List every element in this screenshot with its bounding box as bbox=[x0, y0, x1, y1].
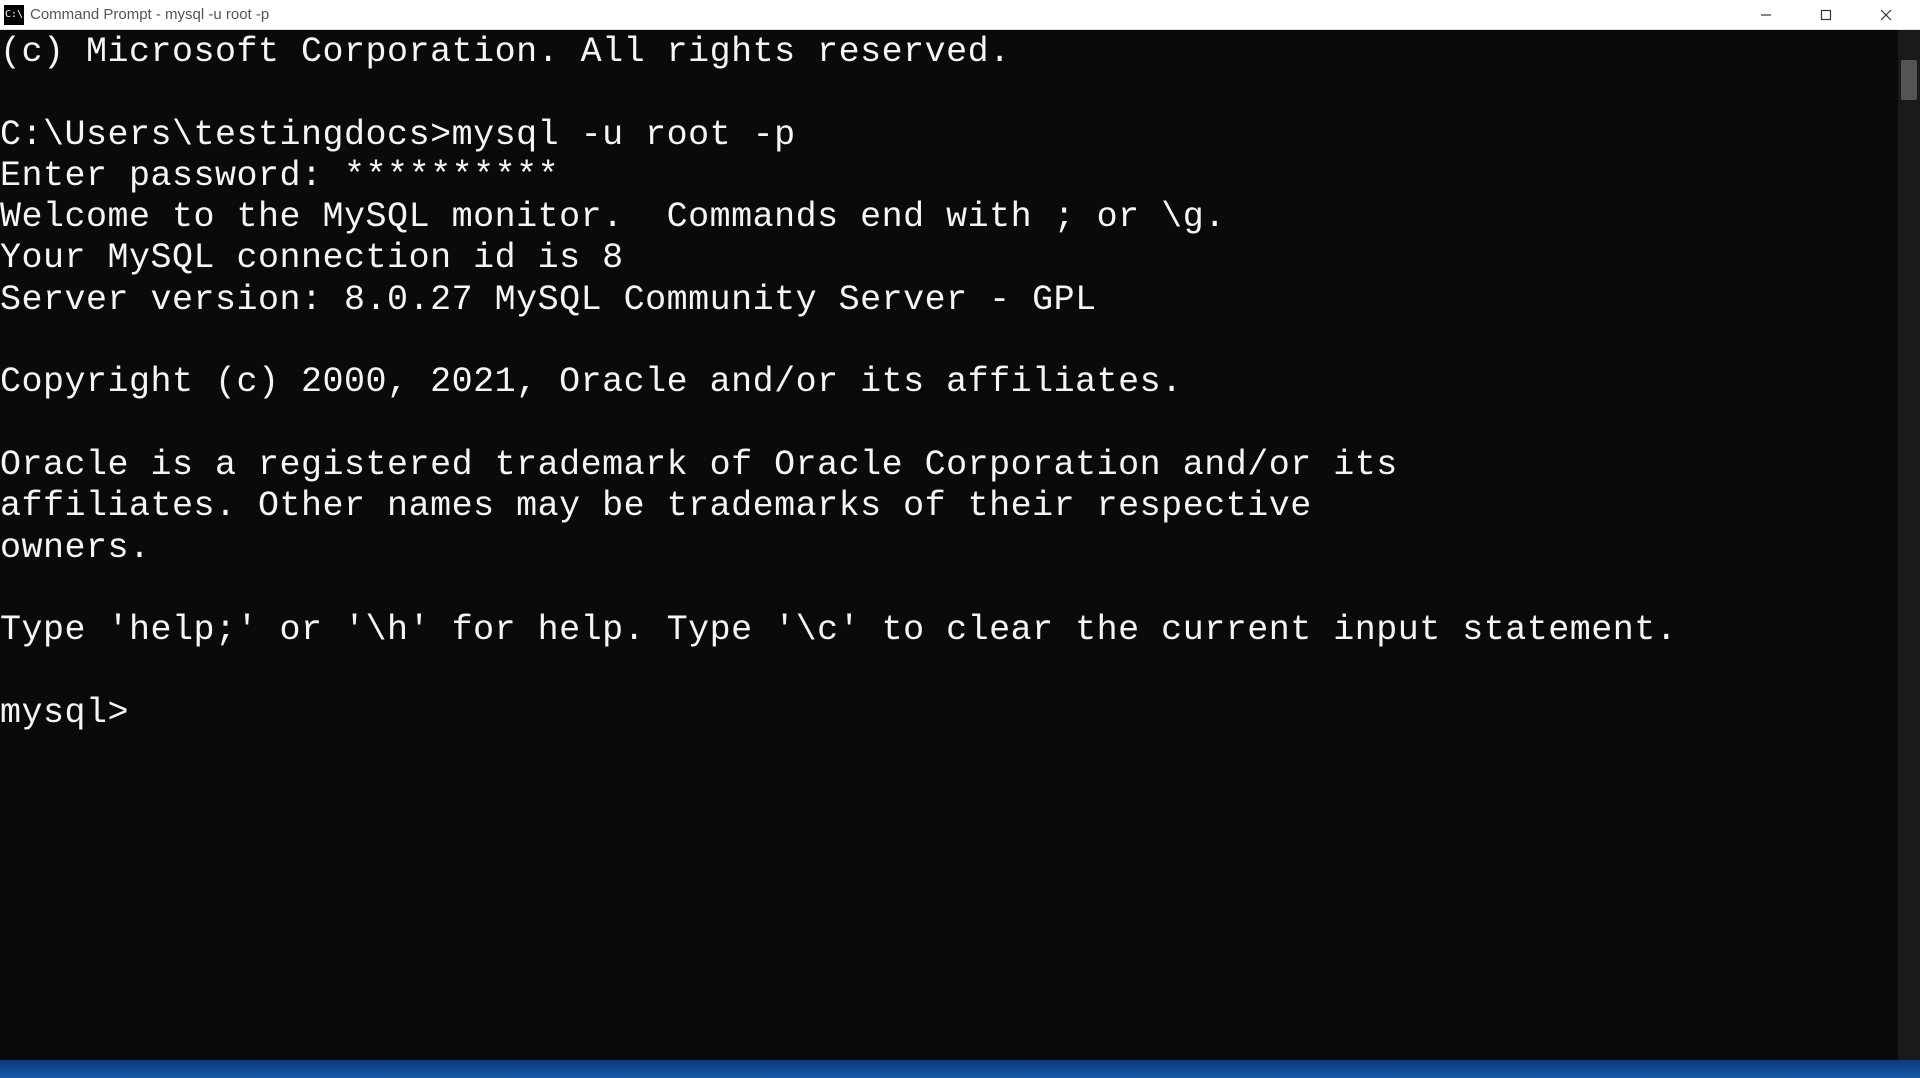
minimize-button[interactable] bbox=[1736, 1, 1796, 29]
close-icon bbox=[1879, 8, 1893, 22]
vertical-scrollbar[interactable] bbox=[1898, 30, 1920, 1065]
window-controls bbox=[1736, 1, 1916, 29]
terminal-output[interactable]: (c) Microsoft Corporation. All rights re… bbox=[0, 30, 1898, 1065]
terminal-line: Enter password: ********** bbox=[0, 156, 559, 196]
titlebar[interactable]: C:\ Command Prompt - mysql -u root -p bbox=[0, 0, 1920, 30]
terminal-line: Welcome to the MySQL monitor. Commands e… bbox=[0, 197, 1226, 237]
minimize-icon bbox=[1759, 8, 1773, 22]
terminal-line: Oracle is a registered trademark of Orac… bbox=[0, 445, 1398, 485]
terminal-line: owners. bbox=[0, 528, 151, 568]
terminal-line: Copyright (c) 2000, 2021, Oracle and/or … bbox=[0, 362, 1183, 402]
desktop-background-strip bbox=[0, 1060, 1920, 1078]
window-title: Command Prompt - mysql -u root -p bbox=[30, 6, 1736, 23]
terminal-line: (c) Microsoft Corporation. All rights re… bbox=[0, 32, 1011, 72]
terminal-line: Server version: 8.0.27 MySQL Community S… bbox=[0, 280, 1097, 320]
terminal-line: Your MySQL connection id is 8 bbox=[0, 238, 624, 278]
terminal-line: affiliates. Other names may be trademark… bbox=[0, 486, 1312, 526]
terminal-wrapper: (c) Microsoft Corporation. All rights re… bbox=[0, 30, 1920, 1065]
command-prompt-window: C:\ Command Prompt - mysql -u root -p (c… bbox=[0, 0, 1920, 1065]
terminal-line: C:\Users\testingdocs>mysql -u root -p bbox=[0, 115, 796, 155]
maximize-button[interactable] bbox=[1796, 1, 1856, 29]
maximize-icon bbox=[1819, 8, 1833, 22]
scrollbar-thumb[interactable] bbox=[1901, 60, 1917, 100]
terminal-prompt[interactable]: mysql> bbox=[0, 693, 129, 733]
cmd-icon: C:\ bbox=[4, 5, 24, 25]
terminal-line: Type 'help;' or '\h' for help. Type '\c'… bbox=[0, 610, 1677, 650]
close-button[interactable] bbox=[1856, 1, 1916, 29]
